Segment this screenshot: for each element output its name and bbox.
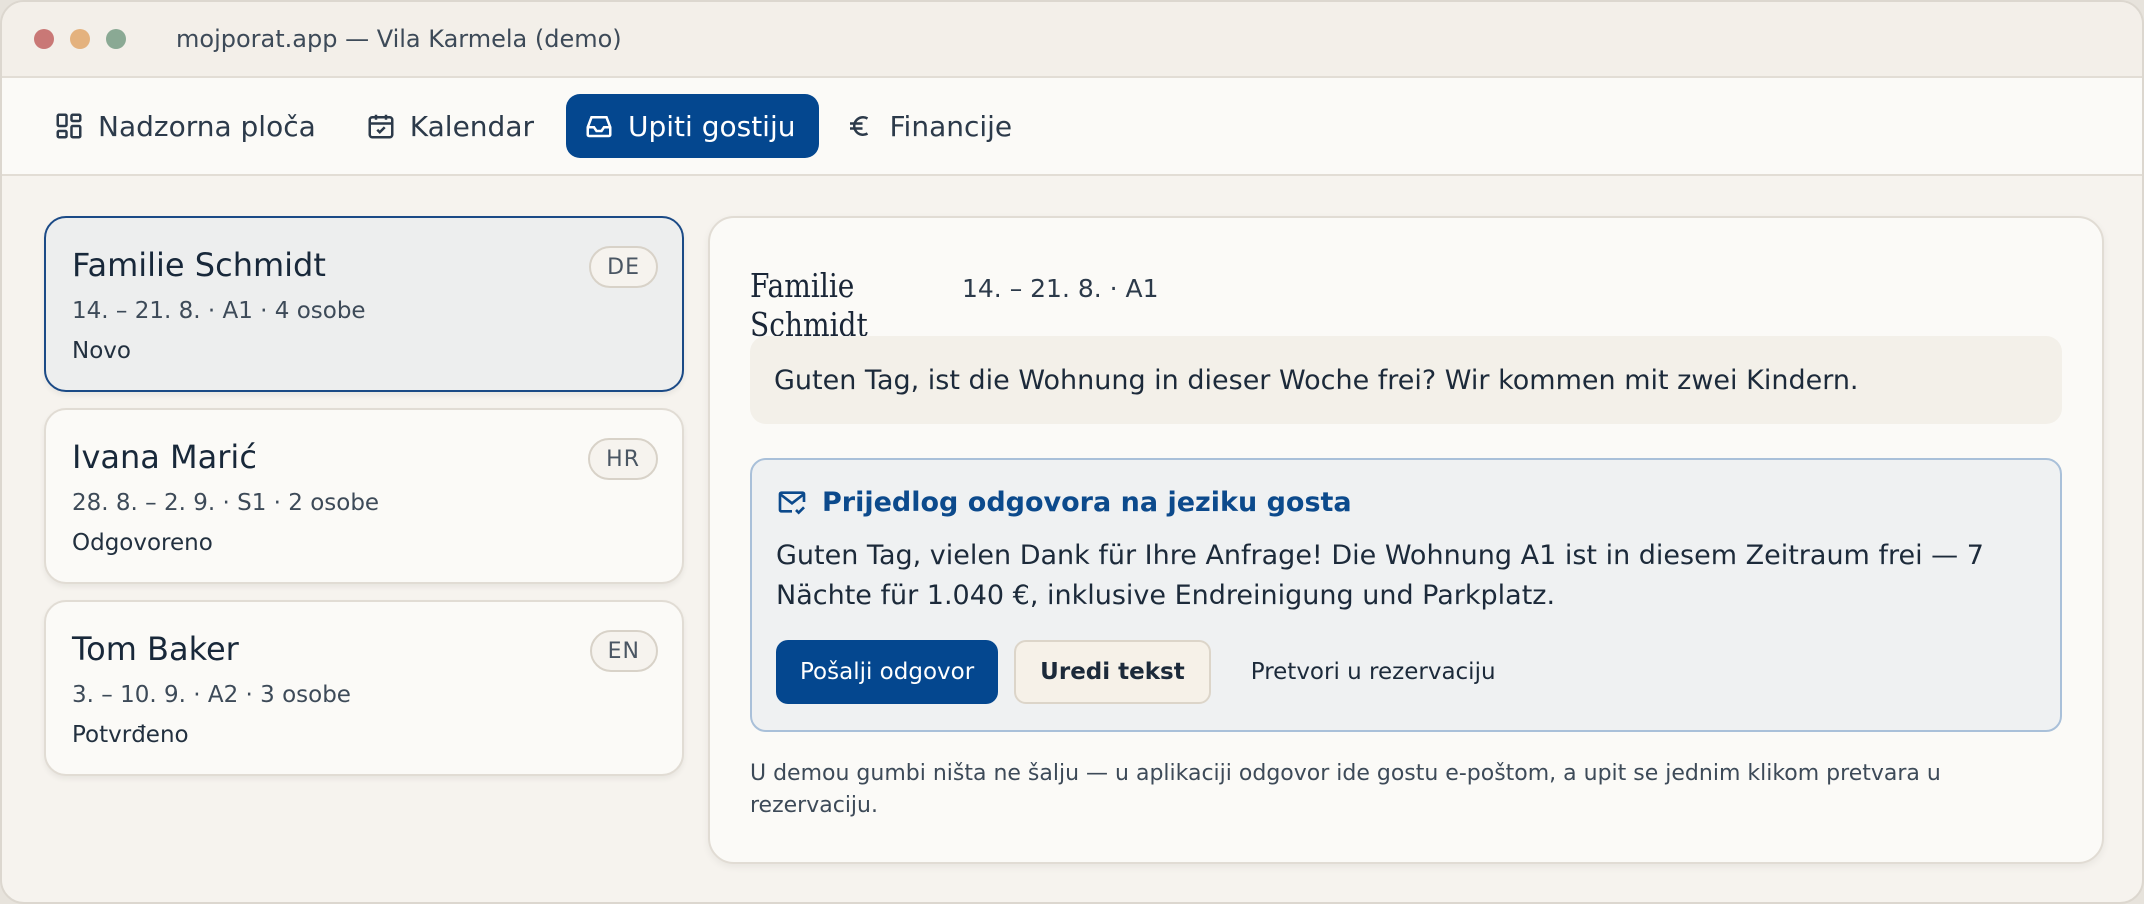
reply-title: Prijedlog odgovora na jeziku gosta [822,486,1352,518]
inquiry-status: Novo [72,338,131,364]
reply-actions: Pošalji odgovor Uredi tekst Pretvori u r… [776,640,2036,704]
language-badge: DE [589,246,658,288]
tab-label: Nadzorna ploča [98,109,316,143]
app-window: mojporat.app — Vila Karmela (demo) Nadzo… [0,0,2144,904]
inquiry-card[interactable]: Ivana Marić 28. 8. – 2. 9. · S1 · 2 osob… [44,408,684,584]
inquiry-meta: 3. – 10. 9. · A2 · 3 osobe [72,682,351,708]
demo-footnote: U demou gumbi ništa ne šalju — u aplikac… [750,761,1941,818]
inquiry-meta: 14. – 21. 8. · A1 · 4 osobe [72,298,366,324]
detail-dates: 14. – 21. 8. · A1 [962,274,1159,303]
tab-label: Kalendar [409,109,534,143]
title-bar: mojporat.app — Vila Karmela (demo) [2,2,2142,78]
inquiry-card[interactable]: Familie Schmidt 14. – 21. 8. · A1 · 4 os… [44,216,684,392]
inquiry-guest-name: Tom Baker [72,630,239,668]
language-badge: EN [589,630,658,672]
inquiry-guest-name: Familie Schmidt [72,246,326,284]
reply-header: Prijedlog odgovora na jeziku gosta [776,486,2036,518]
inquiry-guest-name: Ivana Marić [72,438,257,476]
inquiry-status: Potvrđeno [72,722,189,748]
detail-guest-name: Familie Schmidt [750,266,868,344]
maximize-window-button[interactable] [106,29,126,49]
mail-check-icon [778,491,806,515]
main-nav: Nadzorna ploča Kalendar Upiti gostiju Fi… [2,78,2142,176]
inquiry-card[interactable]: Tom Baker 3. – 10. 9. · A2 · 3 osobe Pot… [44,600,684,776]
send-reply-button[interactable]: Pošalji odgovor [776,640,999,704]
convert-to-reservation-button[interactable]: Pretvori u rezervaciju [1227,640,1520,704]
inquiry-meta: 28. 8. – 2. 9. · S1 · 2 osobe [72,490,380,516]
tab-finances[interactable]: Financije [827,94,1036,158]
tab-label: Upiti gostiju [628,109,796,143]
calendar-check-icon [368,114,394,139]
inquiry-detail-panel: Familie Schmidt 14. – 21. 8. · A1 Guten … [708,216,2104,864]
close-window-button[interactable] [34,29,54,49]
minimize-window-button[interactable] [70,29,90,49]
reply-suggestion: Prijedlog odgovora na jeziku gosta Guten… [750,458,2062,732]
tab-calendar[interactable]: Kalendar [348,94,558,158]
main-content: Familie Schmidt 14. – 21. 8. · A1 · 4 os… [2,176,2142,902]
detail-header: Familie Schmidt 14. – 21. 8. · A1 [750,266,1159,344]
inbox-icon [586,116,612,138]
reply-text: Guten Tag, vielen Dank für Ihre Anfrage!… [776,540,1984,611]
dashboard-icon [56,113,82,139]
language-badge: HR [588,438,658,480]
window-title: mojporat.app — Vila Karmela (demo) [176,25,622,53]
euro-icon [850,116,869,136]
inquiry-status: Odgovoreno [72,530,213,556]
guest-message: Guten Tag, ist die Wohnung in dieser Woc… [750,336,2062,424]
tab-dashboard[interactable]: Nadzorna ploča [36,94,340,158]
edit-text-button[interactable]: Uredi tekst [1014,640,1211,704]
tab-label: Financije [889,109,1013,143]
tab-guest-inquiries[interactable]: Upiti gostiju [566,94,820,158]
